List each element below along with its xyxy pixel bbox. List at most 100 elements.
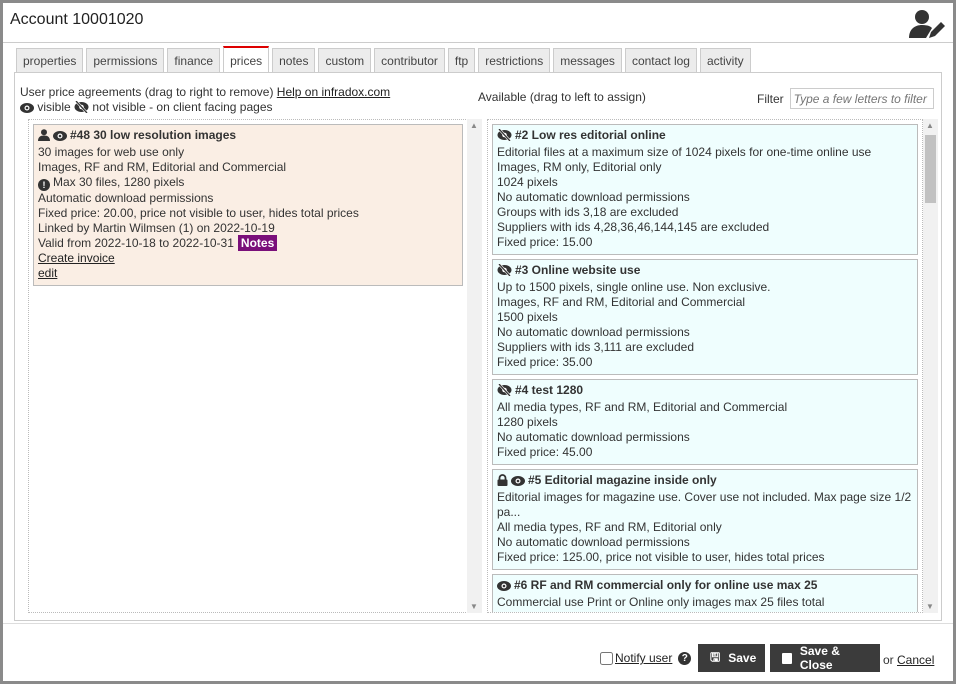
card-title-row: #48 30 low resolution images bbox=[38, 128, 458, 145]
tab-ftp[interactable]: ftp bbox=[447, 48, 476, 72]
available-heading: Available (drag to left to assign) bbox=[478, 90, 646, 104]
tab-prices[interactable]: prices bbox=[223, 46, 270, 72]
notify-user-checkbox[interactable] bbox=[600, 651, 613, 665]
user-icon bbox=[38, 129, 50, 145]
eye-icon bbox=[20, 102, 34, 117]
cancel-link[interactable]: Cancel bbox=[897, 653, 934, 667]
dialog-title: Account 10001020 bbox=[10, 11, 144, 28]
card-detail: Editorial files at a maximum size of 102… bbox=[497, 145, 872, 159]
card-title-row: #2 Low res editorial online bbox=[497, 128, 913, 145]
warning-row: ! Max 30 files, 1280 pixels bbox=[38, 175, 458, 191]
card-detail: Fixed price: 35.00 bbox=[497, 355, 593, 369]
card-detail: Images, RF and RM, Editorial and Commerc… bbox=[38, 160, 287, 174]
notify-user-option[interactable]: Notify user ? bbox=[600, 651, 692, 665]
card-detail: Images, RM only, Editorial only bbox=[497, 160, 662, 174]
available-price-card[interactable]: #5 Editorial magazine inside only Editori… bbox=[492, 469, 918, 570]
eye-slash-icon bbox=[497, 128, 512, 145]
tab-finance[interactable]: finance bbox=[167, 48, 221, 72]
tab-notes[interactable]: notes bbox=[272, 48, 316, 72]
lock-icon bbox=[497, 474, 508, 490]
card-title-row: #4 test 1280 bbox=[497, 383, 913, 400]
notify-user-label[interactable]: Notify user bbox=[615, 651, 672, 665]
tab-contributor[interactable]: contributor bbox=[374, 48, 445, 72]
notes-badge[interactable]: Notes bbox=[237, 235, 278, 251]
card-detail: 1024 pixels bbox=[497, 175, 558, 189]
assigned-heading: User price agreements (drag to right to … bbox=[20, 85, 274, 99]
available-scrollbar[interactable]: ▲ ▼ bbox=[923, 119, 938, 613]
scrollbar-thumb[interactable] bbox=[925, 135, 936, 203]
user-edit-icon[interactable] bbox=[909, 9, 945, 39]
card-detail: Images, RF and RM, Editorial and Commerc… bbox=[497, 295, 746, 309]
card-title: #6 RF and RM commercial only for online … bbox=[514, 578, 818, 592]
help-link[interactable]: Help on infradox.com bbox=[277, 85, 390, 99]
help-icon[interactable]: ? bbox=[678, 651, 692, 665]
tab-restrictions[interactable]: restrictions bbox=[478, 48, 551, 72]
card-detail: Linked by Martin Wilmsen (1) on 2022-10-… bbox=[38, 221, 275, 235]
create-invoice-link[interactable]: Create invoice bbox=[38, 251, 115, 266]
card-title: #2 Low res editorial online bbox=[515, 128, 666, 142]
assigned-list[interactable]: #48 30 low resolution images 30 images fo… bbox=[28, 119, 468, 613]
card-detail: No automatic download permissions bbox=[497, 535, 690, 549]
validity-row: Valid from 2022-10-18 to 2022-10-31 Notes bbox=[38, 235, 458, 251]
available-list[interactable]: #2 Low res editorial online Editorial fil… bbox=[487, 119, 923, 613]
card-detail: 30 images for web use only bbox=[38, 145, 185, 159]
card-detail: No automatic download permissions bbox=[497, 190, 690, 204]
card-detail: Fixed price: 20.00, price not visible to… bbox=[38, 206, 359, 220]
available-price-card[interactable]: #6 RF and RM commercial only for online … bbox=[492, 574, 918, 612]
card-detail: All media types, RF and RM, Editorial on… bbox=[497, 520, 722, 534]
card-detail: Editorial images for magazine use. Cover… bbox=[497, 490, 912, 519]
card-detail: Automatic download permissions bbox=[38, 191, 214, 205]
card-detail: No automatic download permissions bbox=[497, 325, 690, 339]
card-detail: Commercial use Print or Online only imag… bbox=[497, 595, 825, 609]
card-detail: Fixed price: 45.00 bbox=[497, 445, 593, 459]
card-detail: Groups with ids 3,18 are excluded bbox=[497, 205, 679, 219]
legend-visible: visible bbox=[37, 100, 71, 114]
assigned-scrollbar[interactable]: ▲ ▼ bbox=[467, 119, 482, 613]
prices-panel: User price agreements (drag to right to … bbox=[14, 72, 942, 621]
floppy-icon bbox=[782, 652, 792, 664]
assigned-price-card[interactable]: #48 30 low resolution images 30 images fo… bbox=[33, 124, 463, 286]
tab-activity[interactable]: activity bbox=[699, 48, 751, 72]
tab-contact-log[interactable]: contact log bbox=[624, 48, 697, 72]
card-warning: Max 30 files, 1280 pixels bbox=[53, 175, 185, 189]
exclamation-circle-icon: ! bbox=[38, 179, 50, 191]
tab-permissions[interactable]: permissions bbox=[86, 48, 165, 72]
card-detail: Suppliers with ids 3,111 are excluded bbox=[497, 340, 695, 354]
card-title: #3 Online website use bbox=[515, 263, 641, 277]
eye-slash-icon bbox=[497, 263, 512, 280]
eye-icon bbox=[497, 580, 511, 595]
card-detail: 1500 pixels bbox=[497, 310, 558, 324]
card-title: #48 30 low resolution images bbox=[70, 128, 237, 142]
card-detail: 1280 pixels bbox=[497, 415, 558, 429]
card-title-row: #3 Online website use bbox=[497, 263, 913, 280]
card-title-row: #6 RF and RM commercial only for online … bbox=[497, 578, 913, 595]
save-button[interactable]: 🖫 Save bbox=[698, 644, 765, 672]
eye-icon bbox=[53, 130, 67, 145]
eye-slash-icon bbox=[497, 383, 512, 400]
card-detail: Suppliers with ids 4,28,36,46,144,145 ar… bbox=[497, 220, 770, 234]
card-title: #4 test 1280 bbox=[515, 383, 584, 397]
edit-link[interactable]: edit bbox=[38, 266, 57, 281]
account-dialog: Account 10001020 properties permissions fi… bbox=[3, 3, 953, 681]
tab-properties[interactable]: properties bbox=[16, 48, 84, 72]
legend-not-visible: not visible - on client facing pages bbox=[92, 100, 273, 114]
available-price-card[interactable]: #2 Low res editorial online Editorial fil… bbox=[492, 124, 918, 255]
card-title-row: #5 Editorial magazine inside only bbox=[497, 473, 913, 490]
validity-text: Valid from 2022-10-18 to 2022-10-31 bbox=[38, 236, 234, 250]
eye-icon bbox=[511, 475, 525, 490]
save-close-button[interactable]: Save & Close bbox=[770, 644, 880, 672]
card-detail: All media types, RF and RM, Editorial an… bbox=[497, 400, 788, 414]
card-detail: Fixed price: 15.00 bbox=[497, 235, 593, 249]
tab-messages[interactable]: messages bbox=[553, 48, 622, 72]
card-detail: No automatic download permissions bbox=[497, 430, 690, 444]
available-price-card[interactable]: #3 Online website use Up to 1500 pixels, … bbox=[492, 259, 918, 375]
tab-custom[interactable]: custom bbox=[318, 48, 372, 72]
save-icon: 🖫 bbox=[710, 649, 721, 664]
available-price-card[interactable]: #4 test 1280 All media types, RF and RM, … bbox=[492, 379, 918, 465]
dialog-footer: Notify user ? 🖫 Save Save & Close or Canc… bbox=[3, 623, 953, 681]
or-text: or bbox=[883, 653, 894, 667]
assigned-header: User price agreements (drag to right to … bbox=[20, 85, 390, 117]
filter-input[interactable] bbox=[789, 88, 934, 109]
filter-group: Filter bbox=[757, 88, 934, 109]
filter-label: Filter bbox=[757, 91, 784, 106]
